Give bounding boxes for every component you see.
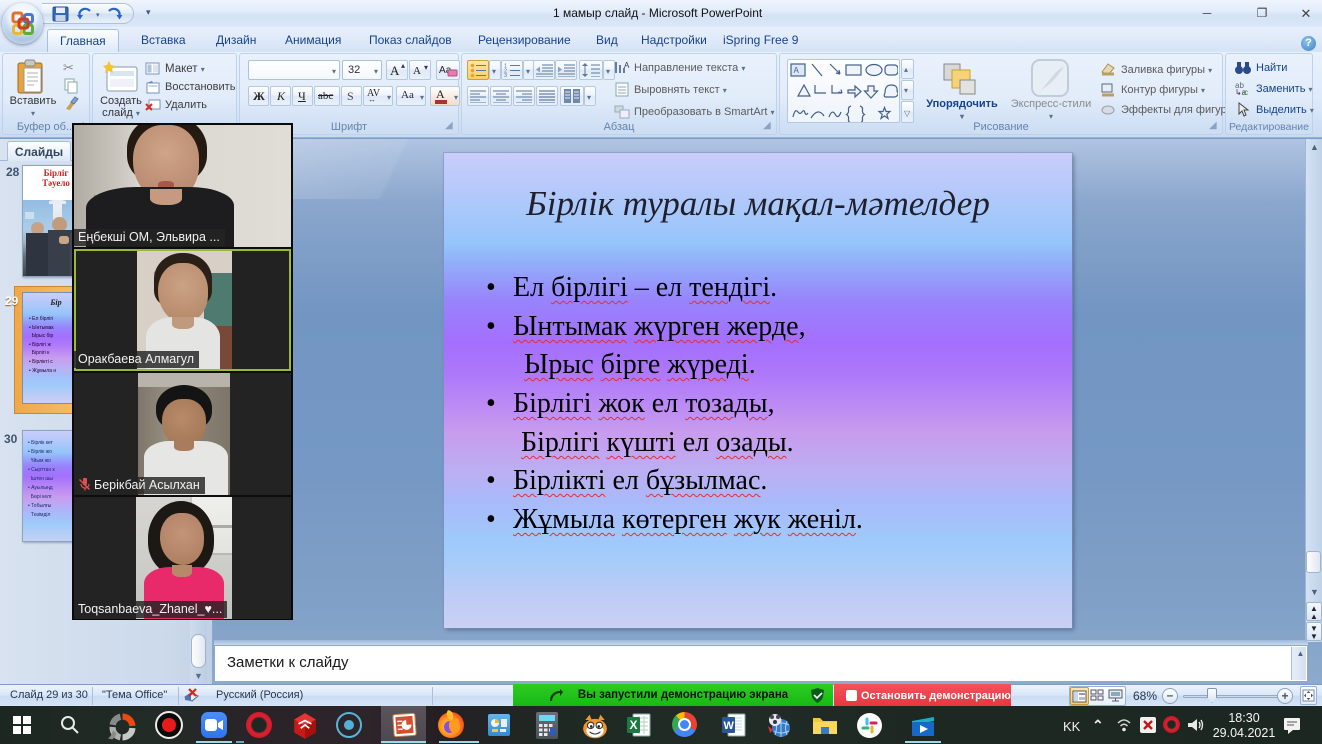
svg-text:X: X <box>630 718 638 732</box>
svg-text:A: A <box>624 61 630 70</box>
svg-text:c: c <box>1244 88 1248 96</box>
svg-text:29.04.2021: 29.04.2021 <box>1213 726 1276 740</box>
svg-text:A: A <box>794 66 800 75</box>
svg-text:▾: ▾ <box>96 12 100 19</box>
svg-text:W: W <box>724 720 735 732</box>
svg-text:3: 3 <box>504 73 507 77</box>
svg-text:18:30: 18:30 <box>1228 711 1259 725</box>
